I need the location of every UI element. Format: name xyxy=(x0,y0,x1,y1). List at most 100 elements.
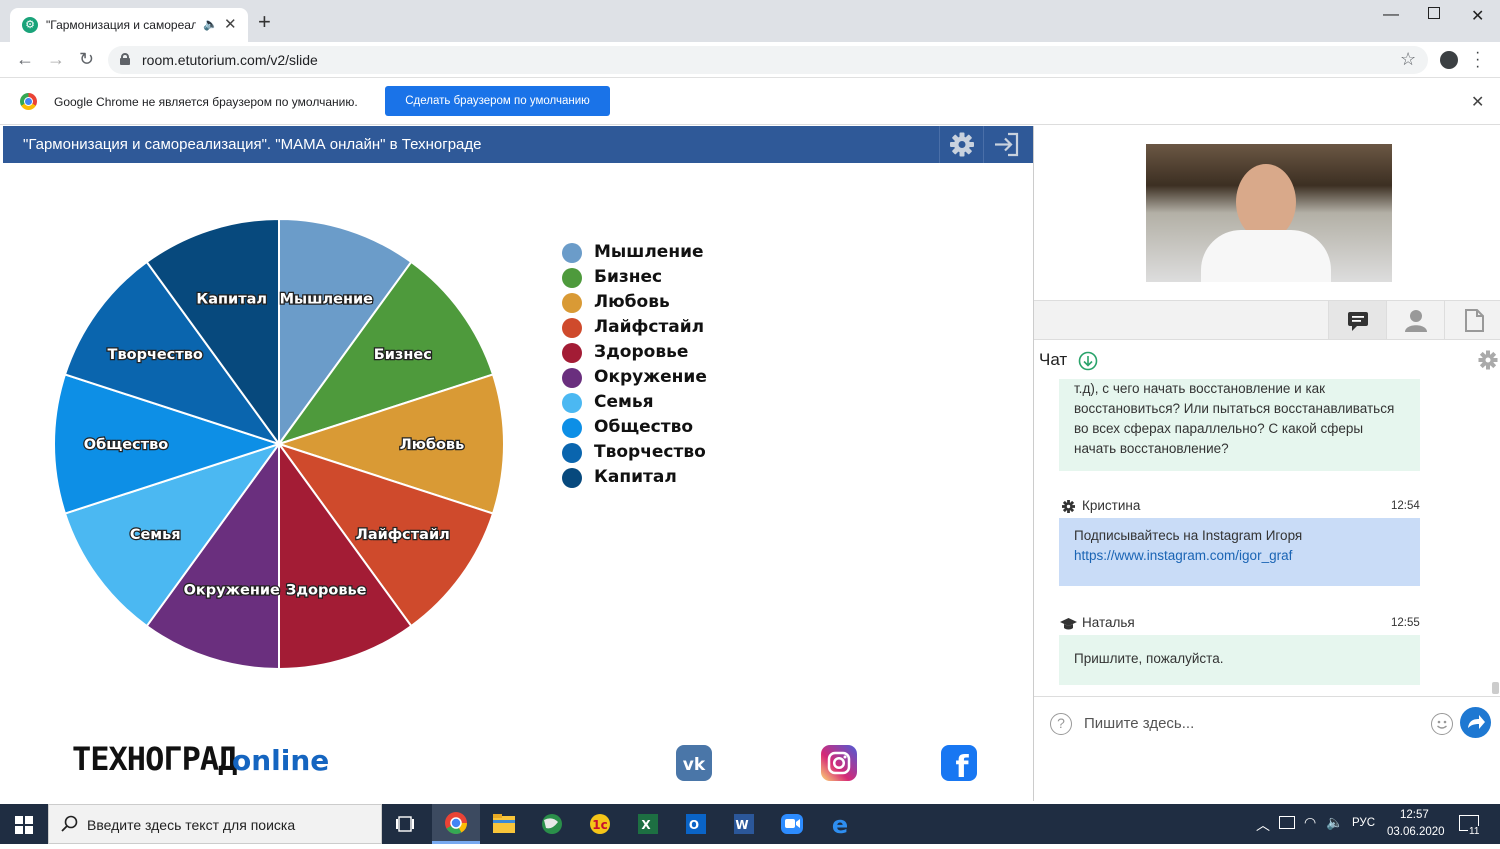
chrome-taskbar-icon[interactable] xyxy=(432,804,480,844)
task-view-icon[interactable] xyxy=(382,804,430,844)
wifi-icon[interactable]: ◠ xyxy=(1304,814,1316,831)
send-button[interactable] xyxy=(1460,707,1491,738)
legend-label: Лайфстайл xyxy=(594,317,705,337)
legend-label: Капитал xyxy=(594,467,677,487)
send-arrow-icon xyxy=(1468,715,1485,729)
facebook-icon[interactable]: f xyxy=(941,745,977,785)
chat-settings-gear-icon[interactable] xyxy=(1477,349,1499,376)
chat-input-row: ? Пишите здесь... xyxy=(1034,696,1500,746)
search-icon xyxy=(61,815,79,838)
star-icon[interactable]: ☆ xyxy=(1400,49,1416,70)
windows-taskbar: Введите здесь текст для поиска 1c X O W … xyxy=(0,804,1500,844)
close-window-icon[interactable]: ✕ xyxy=(1471,6,1484,26)
profile-icon[interactable] xyxy=(1440,51,1458,69)
word-icon[interactable]: W xyxy=(720,804,768,844)
pie-slice-label: Окружение xyxy=(184,583,280,599)
taskbar-search[interactable]: Введите здесь текст для поиска xyxy=(48,804,382,844)
1c-app-icon[interactable]: 1c xyxy=(576,804,624,844)
technograd-logo: ТЕХНОГРАД xyxy=(72,740,237,778)
webcam-video[interactable] xyxy=(1146,144,1392,282)
svg-text:e: e xyxy=(832,811,848,839)
search-placeholder[interactable]: Введите здесь текст для поиска xyxy=(87,817,295,833)
legend-label: Общество xyxy=(594,417,694,437)
chat-message: Пришлите, пожалуйста. xyxy=(1059,635,1420,685)
maximize-icon[interactable] xyxy=(1428,7,1440,19)
pie-slice-label: Творчество xyxy=(108,347,203,363)
pie-chart: Мышление Бизнес Любовь Лайфстайл Здоровье Окр… xyxy=(53,217,505,671)
clock-date[interactable]: 03.06.2020 xyxy=(1387,826,1445,838)
instagram-link[interactable]: https://www.instagram.com/igor_graf xyxy=(1074,546,1405,566)
chat-title: Чат xyxy=(1039,350,1068,369)
tab-files[interactable] xyxy=(1444,301,1500,339)
legend-label: Творчество xyxy=(594,442,706,462)
legend-label: Окружение xyxy=(594,367,707,387)
globe-app-icon[interactable] xyxy=(528,804,576,844)
legend-swatch xyxy=(562,393,582,413)
message-author: Кристина xyxy=(1082,498,1141,513)
zoom-icon[interactable] xyxy=(768,804,816,844)
legend-label: Бизнес xyxy=(594,267,663,287)
legend-swatch xyxy=(562,318,582,338)
svg-text:X: X xyxy=(641,818,651,832)
kebab-menu-icon[interactable]: · · · xyxy=(1475,45,1480,75)
notification-count: 11 xyxy=(1468,826,1481,837)
chat-message: Подписывайтесь на Instagram Игоря https:… xyxy=(1059,518,1420,586)
chat-message: т.д), с чего начать восстановление и как… xyxy=(1059,379,1420,471)
chat-input[interactable]: Пишите здесь... xyxy=(1084,715,1194,732)
tray-expand-icon[interactable]: ︿ xyxy=(1256,815,1270,835)
legend-swatch xyxy=(562,468,582,488)
speaker-shirt xyxy=(1201,230,1331,282)
svg-text:f: f xyxy=(955,750,969,781)
graduation-cap-icon xyxy=(1060,617,1077,636)
chat-bubble-icon xyxy=(1348,312,1368,331)
chat-messages[interactable]: т.д), с чего начать восстановление и как… xyxy=(1034,379,1500,695)
pie-slice-label: Здоровье xyxy=(286,583,367,599)
volume-icon[interactable]: 🔈 xyxy=(1326,814,1343,831)
minimize-icon[interactable]: — xyxy=(1383,6,1399,24)
legend-label: Мышление xyxy=(594,242,704,262)
pie-slice-label: Семья xyxy=(130,527,181,543)
instagram-icon[interactable] xyxy=(821,745,857,781)
help-icon[interactable]: ? xyxy=(1050,713,1072,735)
side-panel: Чат т.д), с чего начать восстановление и… xyxy=(1033,126,1500,801)
excel-icon[interactable]: X xyxy=(624,804,672,844)
emoji-icon[interactable] xyxy=(1431,713,1453,735)
technograd-logo-online: online xyxy=(232,744,330,777)
outlook-icon[interactable]: O xyxy=(672,804,720,844)
message-author: Наталья xyxy=(1082,615,1135,630)
pie-slice-label: Мышление xyxy=(280,291,374,307)
document-icon xyxy=(1465,309,1484,332)
legend-swatch xyxy=(562,418,582,438)
pie-slice-label: Общество xyxy=(84,437,168,453)
file-explorer-icon[interactable] xyxy=(480,804,528,844)
panel-tabs xyxy=(1034,300,1500,340)
svg-text:O: O xyxy=(689,818,699,832)
tab-participants[interactable] xyxy=(1386,301,1444,339)
legend-swatch xyxy=(562,443,582,463)
legend-label: Здоровье xyxy=(594,342,689,362)
legend-label: Семья xyxy=(594,392,654,412)
legend-swatch xyxy=(562,268,582,288)
battery-icon[interactable] xyxy=(1279,816,1295,829)
edge-icon[interactable]: e xyxy=(816,804,864,844)
windows-start-icon[interactable] xyxy=(15,816,33,839)
legend-swatch xyxy=(562,293,582,313)
message-time: 12:54 xyxy=(1391,500,1420,512)
user-icon xyxy=(1405,310,1427,332)
pie-slice-label: Бизнес xyxy=(374,347,432,363)
vk-icon[interactable]: vk xyxy=(676,745,712,781)
chat-scrollbar[interactable] xyxy=(1492,682,1499,694)
clock-time[interactable]: 12:57 xyxy=(1400,809,1429,821)
svg-text:1c: 1c xyxy=(592,818,607,832)
pie-slice-label: Капитал xyxy=(196,291,267,307)
pie-slice-label: Лайфстайл xyxy=(356,527,450,543)
download-icon[interactable] xyxy=(1078,351,1098,376)
close-infobar-icon[interactable]: ✕ xyxy=(1471,92,1484,112)
message-time: 12:55 xyxy=(1391,617,1420,629)
svg-text:vk: vk xyxy=(683,755,706,775)
tab-chat[interactable] xyxy=(1328,301,1386,339)
gear-icon xyxy=(1061,499,1076,519)
language-indicator[interactable]: РУС xyxy=(1352,817,1375,829)
svg-text:W: W xyxy=(735,818,748,832)
message-text: Подписывайтесь на Instagram Игоря xyxy=(1074,528,1303,543)
